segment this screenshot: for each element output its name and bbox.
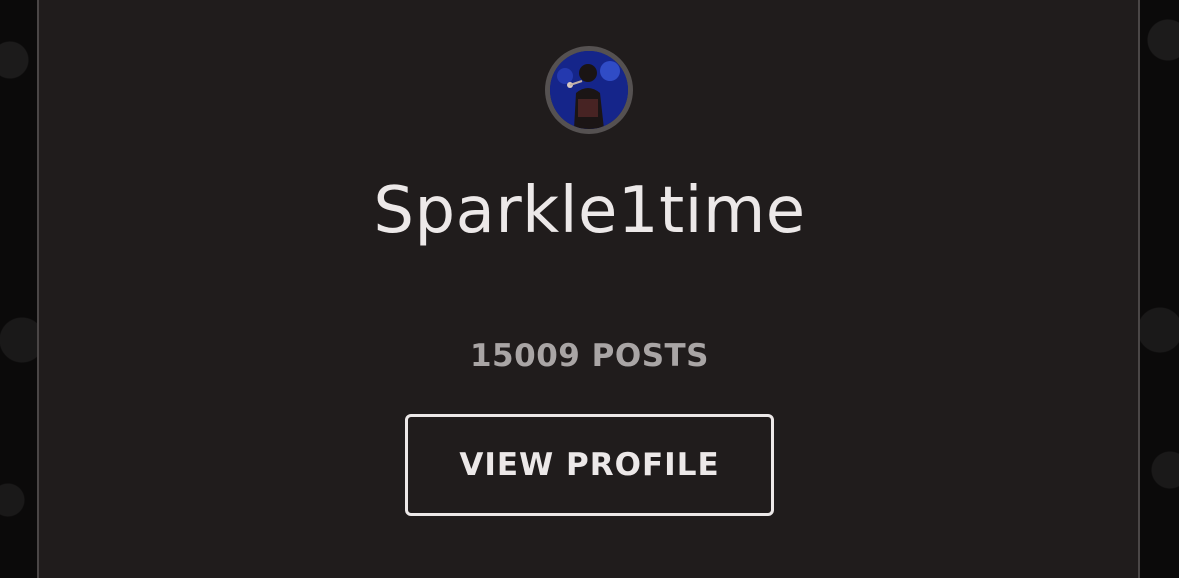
post-count: 15009 POSTS: [469, 338, 709, 374]
avatar-photo-icon: [550, 51, 628, 129]
username: Sparkle1time: [373, 174, 806, 248]
avatar[interactable]: [545, 46, 633, 134]
view-profile-button[interactable]: VIEW PROFILE: [405, 414, 774, 516]
